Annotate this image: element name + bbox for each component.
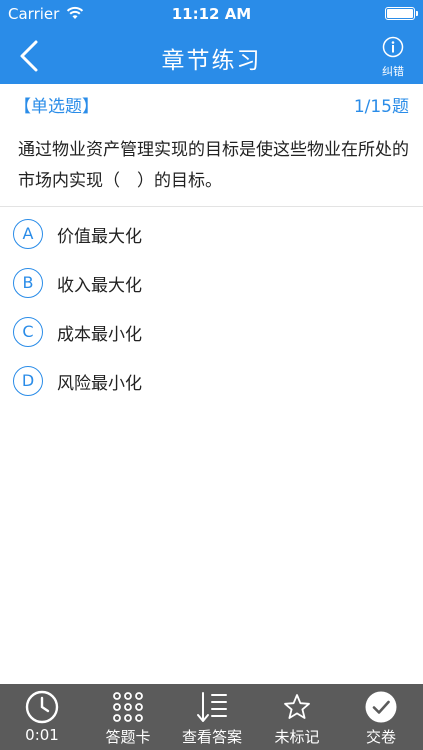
clock-icon (25, 690, 59, 724)
submit-tab[interactable]: 交卷 (339, 684, 423, 750)
nav-bar: 章节练习 纠错 (0, 28, 423, 84)
option-b[interactable]: B 收入最大化 (0, 265, 423, 314)
question-progress: 1/15题 (353, 97, 409, 117)
question-header: 【单选题】 1/15题 (0, 92, 423, 118)
divider (0, 206, 423, 207)
answer-card-label: 答题卡 (105, 728, 151, 746)
option-text: 成本最小化 (57, 325, 142, 345)
option-d[interactable]: D 风险最小化 (0, 363, 423, 412)
question-text: 通过物业资产管理实现的目标是使这些物业在所处的市场内实现（ ）的目标。 (18, 140, 409, 191)
status-bar: Carrier 11:12 AM (0, 0, 423, 28)
option-letter-badge: C (13, 317, 43, 347)
bottom-tab-bar: 0:01 答题卡 查看答案 未标记 交卷 (0, 684, 423, 750)
grid-dots-icon (113, 692, 143, 722)
option-text: 价值最大化 (57, 227, 142, 247)
option-text: 风险最小化 (57, 374, 142, 394)
battery-icon (385, 7, 418, 20)
checkmark-circle-icon (365, 691, 397, 723)
bookmark-label: 未标记 (274, 728, 320, 746)
status-time: 11:12 AM (171, 5, 252, 23)
bookmark-tab[interactable]: 未标记 (255, 684, 339, 750)
option-a[interactable]: A 价值最大化 (0, 216, 423, 265)
option-text: 收入最大化 (57, 276, 142, 296)
view-answer-tab[interactable]: 查看答案 (170, 684, 254, 750)
answer-card-tab[interactable]: 答题卡 (86, 684, 170, 750)
options-list: A 价值最大化 B 收入最大化 C 成本最小化 D 风险最小化 (0, 216, 423, 412)
star-icon (284, 694, 310, 719)
report-error-label: 纠错 (382, 65, 404, 78)
timer-label: 0:01 (25, 726, 59, 744)
option-letter-badge: A (13, 219, 43, 249)
option-c[interactable]: C 成本最小化 (0, 314, 423, 363)
option-letter-badge: D (13, 366, 43, 396)
info-icon (382, 36, 404, 58)
report-error-button[interactable]: 纠错 (375, 36, 411, 79)
question-type-label: 【单选题】 (14, 97, 99, 117)
submit-label: 交卷 (365, 728, 396, 746)
page-title: 章节练习 (161, 48, 262, 74)
sort-down-list-icon (197, 692, 227, 722)
timer-tab[interactable]: 0:01 (0, 684, 84, 750)
option-letter-badge: B (13, 268, 43, 298)
view-answer-label: 查看答案 (181, 728, 242, 746)
